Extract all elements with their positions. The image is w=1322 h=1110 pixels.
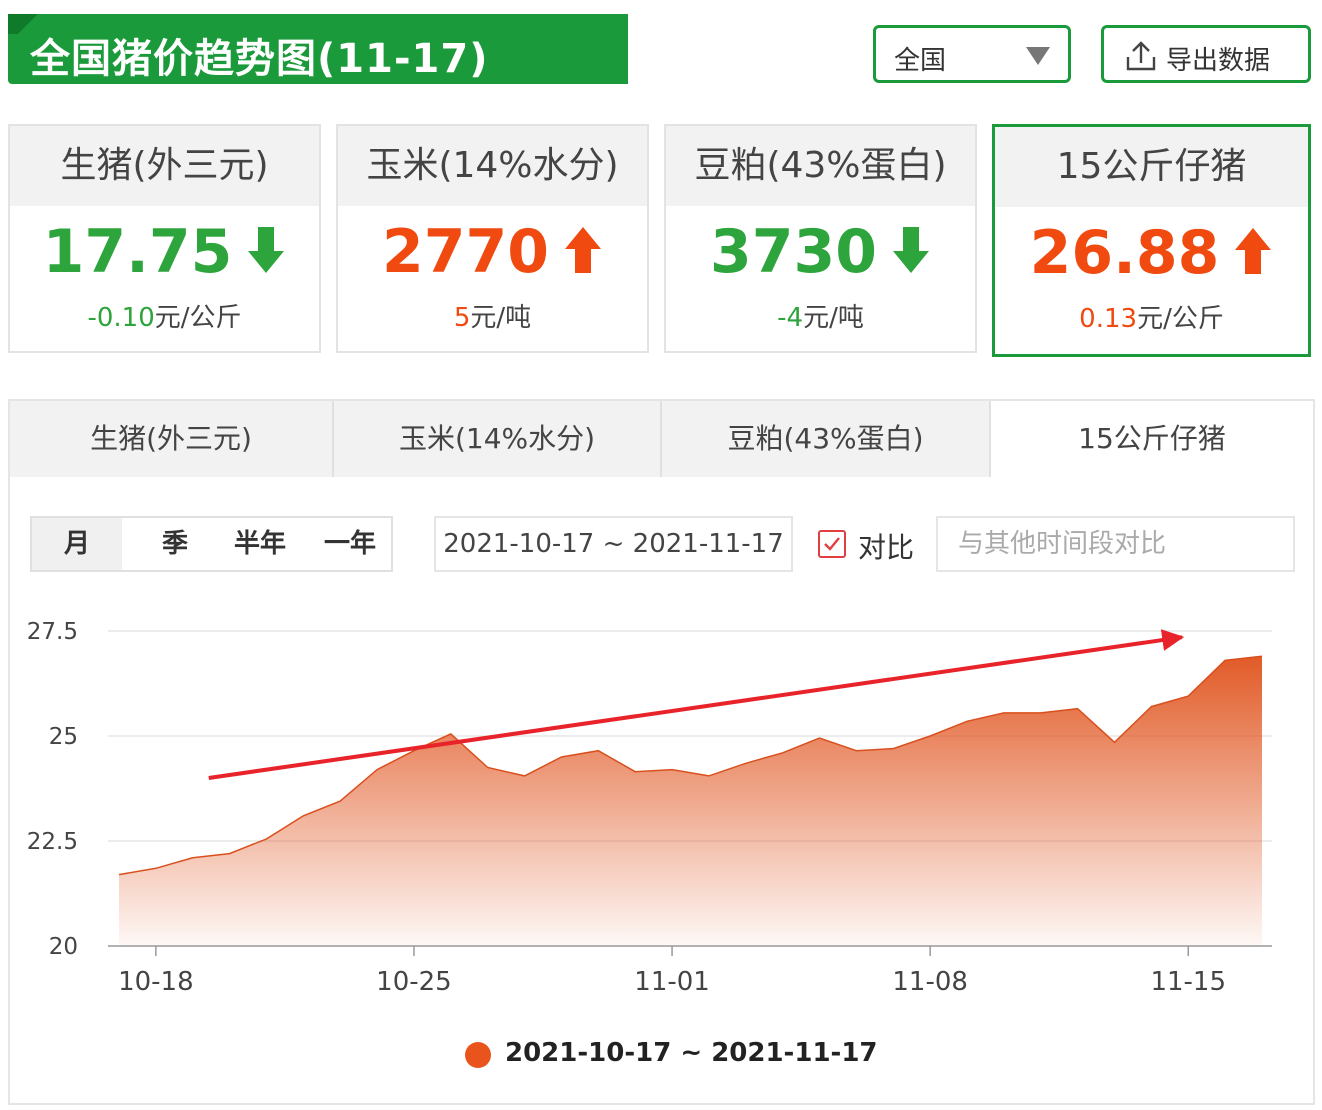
period-halfyear-button[interactable]: 半年 [220,518,300,570]
card-change: 0.13元/公斤 [995,298,1308,335]
y-tick-label: 20 [49,934,78,960]
x-tick-label: 10-25 [376,967,452,997]
compare-period-input[interactable] [936,516,1295,572]
price-card-hog[interactable]: 生猪(外三元) 17.75 -0.10元/公斤 [8,124,321,353]
card-change: -0.10元/公斤 [10,297,319,334]
period-month-button[interactable]: 月 [32,518,122,570]
x-tick-label: 11-08 [892,967,968,997]
price-card-soymeal[interactable]: 豆粕(43%蛋白) 3730 -4元/吨 [664,124,977,353]
export-data-button[interactable]: 导出数据 [1101,25,1311,83]
y-tick-label: 25 [49,724,78,750]
arrow-up-icon [1233,224,1273,288]
x-tick-label: 11-15 [1150,967,1226,997]
compare-label: 对比 [858,531,915,564]
region-value: 全国 [894,46,947,76]
card-price: 2770 [338,220,647,287]
check-icon [824,537,840,551]
price-value: 17.75 [42,217,233,287]
change-value: -4 [777,303,804,334]
change-value: -0.10 [87,303,155,334]
card-price: 17.75 [10,220,319,287]
page-title: 全国猪价趋势图(11-17) [30,36,489,82]
period-selector: 月 季 半年 一年 [30,516,393,572]
price-card-corn[interactable]: 玉米(14%水分) 2770 5元/吨 [336,124,649,353]
date-range-picker[interactable]: 2021-10-17 ~ 2021-11-17 [434,516,793,572]
title-banner: 全国猪价趋势图(11-17) [8,14,628,84]
card-price: 3730 [666,220,975,287]
x-axis: 10-18 10-25 11-01 11-08 11-15 [118,946,1226,997]
card-price: 26.88 [995,221,1308,288]
y-tick-label: 27.5 [27,619,78,645]
card-change: -4元/吨 [666,297,975,334]
change-value: 0.13 [1079,304,1138,335]
change-unit: 元/吨 [470,303,532,334]
change-unit: 元/公斤 [1137,304,1224,335]
tab-soymeal[interactable]: 豆粕(43%蛋白) [662,401,991,477]
legend-marker [465,1042,491,1068]
tab-hog[interactable]: 生猪(外三元) [10,401,334,477]
card-change: 5元/吨 [338,297,647,334]
price-value: 3730 [710,217,877,287]
x-tick-label: 10-18 [118,967,194,997]
period-year-button[interactable]: 一年 [310,518,390,570]
price-value: 26.88 [1029,218,1220,288]
compare-checkbox[interactable] [818,530,846,558]
legend-label: 2021-10-17 ~ 2021-11-17 [505,1038,878,1068]
y-axis: 20 22.5 25 27.5 [27,619,78,960]
card-title: 豆粕(43%蛋白) [666,126,975,206]
series-area [119,656,1262,946]
card-title: 玉米(14%水分) [338,126,647,206]
change-unit: 元/公斤 [154,303,242,334]
commodity-tabs: 生猪(外三元) 玉米(14%水分) 豆粕(43%蛋白) 15公斤仔猪 [8,399,1315,477]
x-tick-label: 11-01 [634,967,710,997]
arrow-up-icon [563,223,603,287]
price-card-piglet[interactable]: 15公斤仔猪 26.88 0.13元/公斤 [992,124,1311,357]
change-unit: 元/吨 [803,303,864,334]
export-label: 导出数据 [1166,46,1271,76]
card-title: 生猪(外三元) [10,126,319,206]
tab-piglet[interactable]: 15公斤仔猪 [991,401,1313,477]
card-title: 15公斤仔猪 [995,127,1308,207]
arrow-down-icon [246,223,286,287]
area-chart: 20 22.5 25 27.5 10-18 10-25 11-01 11-08 11-15 [27,619,1272,997]
y-tick-label: 22.5 [27,829,78,855]
region-select[interactable]: 全国 [873,25,1071,83]
upload-icon [1126,41,1156,71]
period-quarter-button[interactable]: 季 [140,518,210,570]
price-value: 2770 [382,217,549,287]
arrow-down-icon [891,223,931,287]
change-value: 5 [453,303,471,334]
tab-corn[interactable]: 玉米(14%水分) [334,401,662,477]
caret-down-icon [1026,47,1050,65]
